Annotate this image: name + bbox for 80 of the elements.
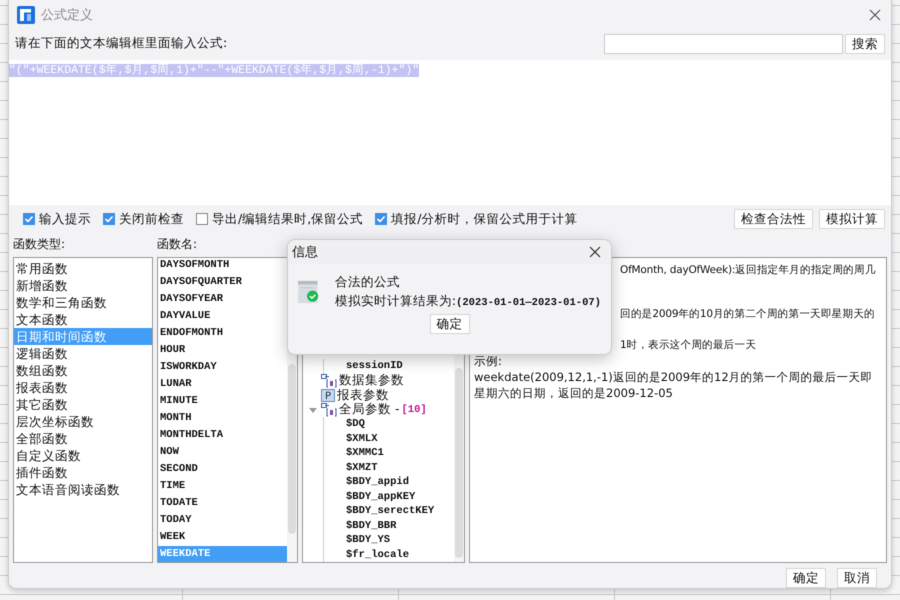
ok-button[interactable]: 确定	[430, 314, 470, 334]
function-item[interactable]: TODAY	[158, 512, 287, 529]
action-button[interactable]: 模拟计算	[819, 209, 885, 230]
description-text: 示例:	[474, 353, 503, 369]
function-item[interactable]: ISWORKDAY	[158, 359, 287, 376]
checkmark-icon	[376, 214, 386, 224]
function-item[interactable]: WEEK	[158, 529, 287, 546]
result-value: (2023-01-01—2023-01-07)	[456, 297, 601, 309]
category-item[interactable]: 常用函数	[14, 260, 152, 277]
tree-item[interactable]: $BDY_serectKEY	[346, 505, 434, 518]
category-item[interactable]: 自定义函数	[14, 447, 152, 464]
app-logo-icon	[17, 6, 35, 24]
search-field[interactable]	[604, 34, 843, 54]
checkbox[interactable]: 关闭前检查	[103, 210, 184, 228]
category-item[interactable]: 报表函数	[14, 379, 152, 396]
parameter-count: [10]	[401, 404, 427, 416]
category-item[interactable]: 全部函数	[14, 430, 152, 447]
formula-text: "("+WEEKDATE($年,$月,$周,1)+"--"+WEEKDATE($年,$月,$周,-1)+")"	[9, 64, 420, 77]
tree-item[interactable]: $XMLX	[346, 432, 378, 445]
close-icon[interactable]	[589, 246, 601, 258]
window-title: 公式定义	[41, 6, 94, 24]
category-item[interactable]: 逻辑函数	[14, 345, 152, 362]
checkbox[interactable]: 输入提示	[23, 210, 91, 228]
description-text: 回的是2009年的10月的第二个周的第一天即星期天的	[620, 307, 876, 322]
tree-item[interactable]: $fr_locale	[346, 548, 410, 561]
category-item[interactable]: 插件函数	[14, 464, 152, 481]
function-item[interactable]: MONTHDELTA	[158, 427, 287, 444]
description-text: weekdate(2009,12,1,-1)返回的是2009年的12月的第一个周的最后一天即星期六的日期，返回的是2009-12-05	[474, 369, 874, 401]
category-label: 函数类型:	[13, 236, 66, 253]
message-heading: 合法的公式	[334, 274, 401, 291]
category-item[interactable]: 文本函数	[14, 311, 152, 328]
function-item[interactable]: DAYSOFMONTH	[158, 258, 287, 274]
description-text: OfMonth, dayOfWeek):返回指定年月的指定周的周几	[620, 263, 877, 278]
close-icon[interactable]	[869, 8, 881, 21]
dialog-button[interactable]: 确定	[786, 568, 826, 588]
category-item[interactable]: 其它函数	[14, 396, 152, 413]
tree-item[interactable]: $BDY_appKEY	[346, 490, 416, 503]
function-item[interactable]: MINUTE	[158, 393, 287, 410]
category-item[interactable]: 数组函数	[14, 362, 152, 379]
search-button[interactable]: 搜索	[845, 34, 885, 54]
checkmark-icon	[104, 214, 114, 224]
result-label: 模拟实时计算结果为:	[334, 293, 456, 308]
report-parameter-badge: P	[321, 388, 335, 402]
function-item[interactable]: TODATE	[158, 495, 287, 512]
instruction-label: 请在下面的文本编辑框里面输入公式:	[15, 35, 228, 52]
category-item[interactable]: 新增函数	[14, 277, 152, 294]
action-button[interactable]: 检查合法性	[734, 209, 813, 230]
function-item[interactable]: DAYVALUE	[158, 308, 287, 325]
function-item[interactable]: TIME	[158, 478, 287, 495]
description-text: 1时，表示这个周的最后一天	[620, 338, 758, 353]
tree-item[interactable]: $BDY_BBR	[346, 520, 396, 532]
function-item[interactable]: SECOND	[158, 461, 287, 478]
function-item[interactable]: NOW	[158, 444, 287, 461]
category-item[interactable]: 层次坐标函数	[14, 413, 152, 430]
function-item[interactable]: DAYSOFQUARTER	[158, 274, 287, 291]
tree-item[interactable]: $XMMC1	[346, 447, 384, 460]
checkmark-icon	[24, 214, 34, 224]
tree-item[interactable]: 报表参数	[337, 386, 389, 404]
checkbox[interactable]: 导出/编辑结果时,保留公式	[196, 210, 364, 228]
tree-item[interactable]: $BDY_YS	[346, 534, 390, 546]
tree-item[interactable]: $BDY_appid	[346, 476, 410, 488]
tree-item[interactable]: $XMZT	[346, 462, 378, 474]
checkbox[interactable]: 填报/分析时，保留公式用于计算	[375, 210, 578, 228]
function-item[interactable]: HOUR	[158, 342, 287, 359]
tree-item[interactable]: 全局参数 -	[339, 401, 400, 418]
tree-item[interactable]: sessionID	[346, 360, 403, 372]
parameter-group-icon	[321, 374, 337, 388]
function-item[interactable]: ENDOFMONTH	[158, 325, 287, 342]
category-item[interactable]: 文本语音阅读函数	[14, 481, 152, 498]
function-item[interactable]: LUNAR	[158, 376, 287, 393]
dialog-title: 信息	[292, 244, 318, 261]
category-item[interactable]: 数学和三角函数	[14, 294, 152, 311]
parameter-group-icon	[321, 402, 337, 417]
tree-item[interactable]: $DQ	[346, 418, 365, 430]
function-item[interactable]: DAYSOFYEAR	[158, 291, 287, 308]
tree-item[interactable]: 数据集参数	[339, 372, 404, 390]
caret-icon[interactable]	[309, 406, 319, 414]
function-item[interactable]: MONTH	[158, 410, 287, 427]
dialog-button[interactable]: 取消	[837, 568, 877, 588]
function-name-label: 函数名:	[157, 236, 198, 253]
